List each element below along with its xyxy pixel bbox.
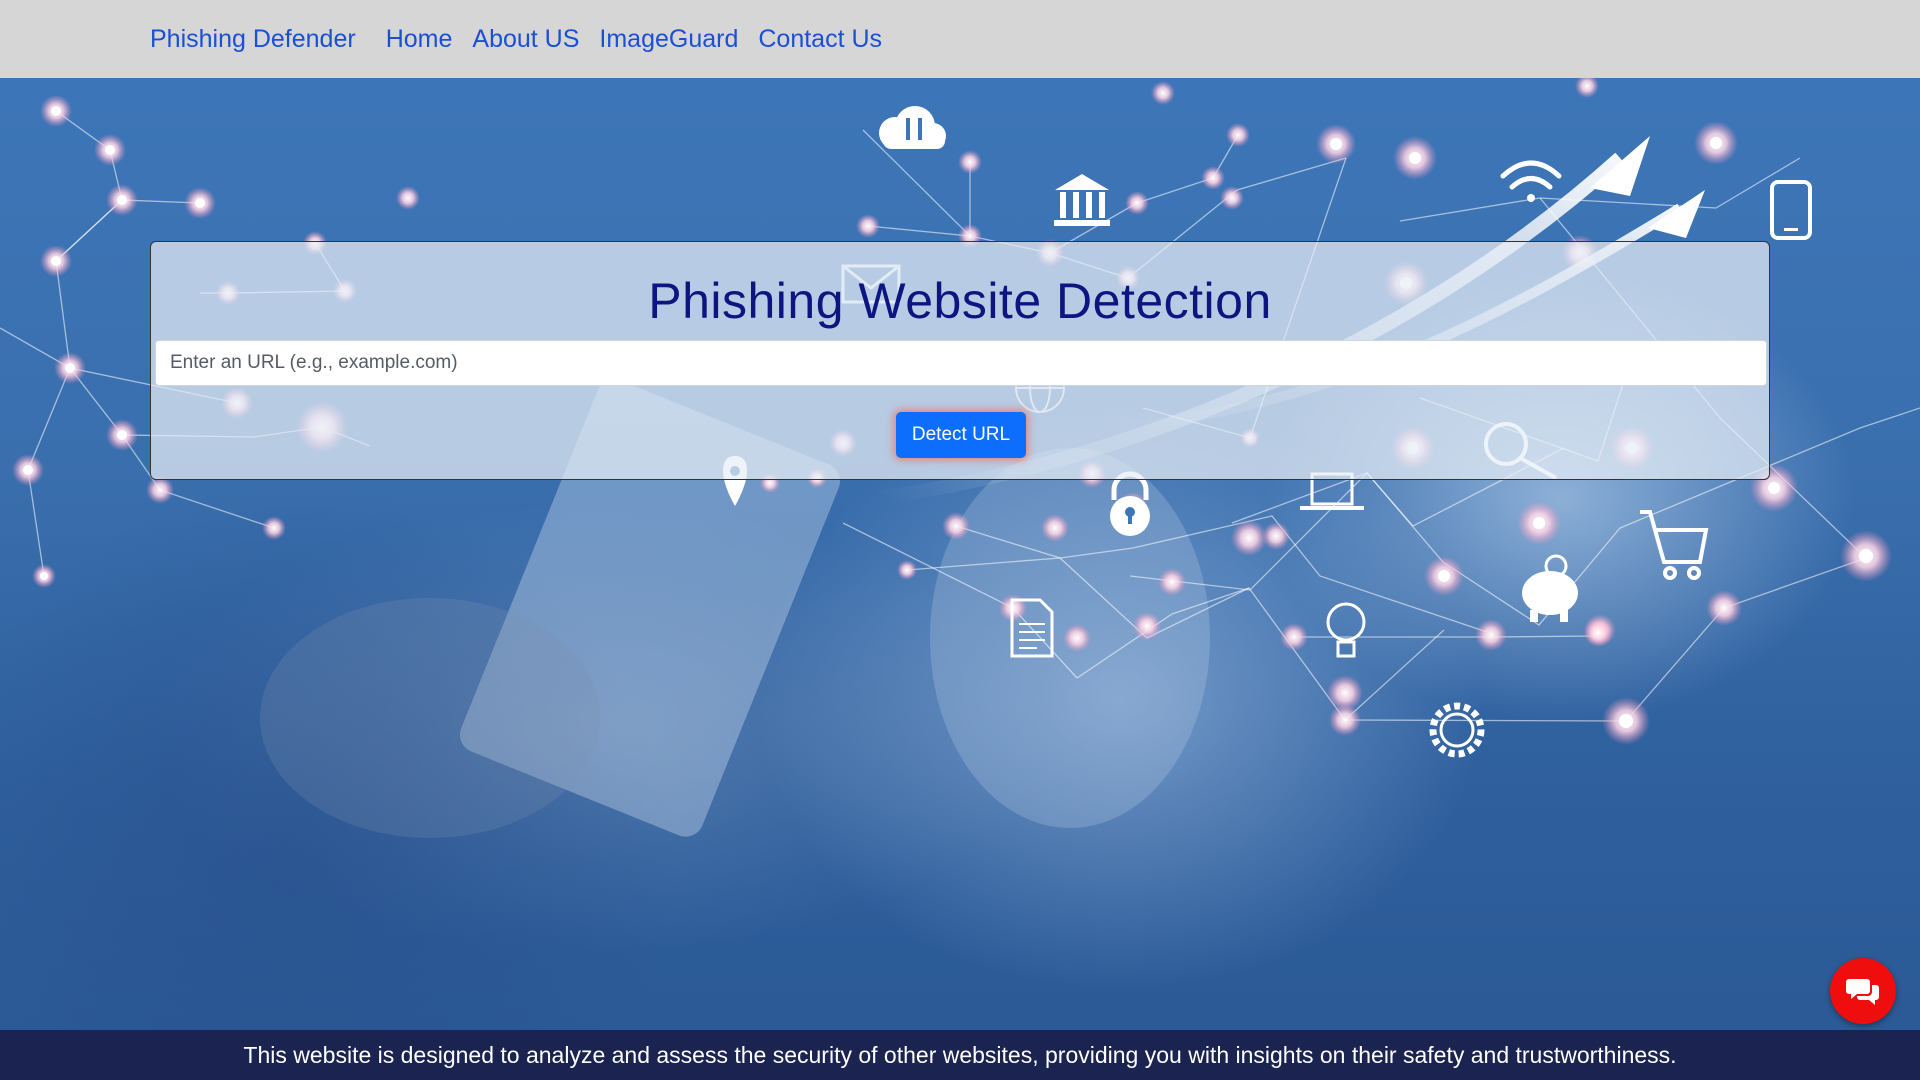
network-illustration: [0, 78, 1920, 838]
cloud-sync-icon: [879, 106, 946, 149]
shopping-cart-icon: [1640, 510, 1709, 580]
piggy-bank-icon: [1522, 554, 1578, 622]
nav-link-home[interactable]: Home: [386, 25, 453, 54]
detect-url-button[interactable]: Detect URL: [896, 412, 1026, 458]
gear-icon: [1429, 702, 1485, 758]
chat-button[interactable]: [1830, 958, 1896, 1024]
url-input[interactable]: [155, 340, 1767, 386]
brand-link[interactable]: Phishing Defender: [150, 25, 356, 54]
top-navbar: Phishing Defender Home About US ImageGua…: [0, 0, 1920, 78]
wifi-icon: [1500, 160, 1562, 202]
lightbulb-icon: [1326, 602, 1366, 658]
footer-description: This website is designed to analyze and …: [243, 1041, 1677, 1068]
detection-panel: Phishing Website Detection Detect URL: [150, 241, 1770, 480]
nav-link-contact-us[interactable]: Contact Us: [758, 25, 882, 54]
hero-background: [0, 78, 1920, 1030]
mobile-phone-icon: [1770, 180, 1812, 240]
footer: This website is designed to analyze and …: [0, 1030, 1920, 1080]
nav-link-imageguard[interactable]: ImageGuard: [599, 25, 738, 54]
chat-bubbles-icon: [1846, 979, 1879, 1005]
bank-icon: [1054, 174, 1110, 226]
page-title: Phishing Website Detection: [648, 273, 1272, 329]
nav-link-about-us[interactable]: About US: [472, 25, 579, 54]
